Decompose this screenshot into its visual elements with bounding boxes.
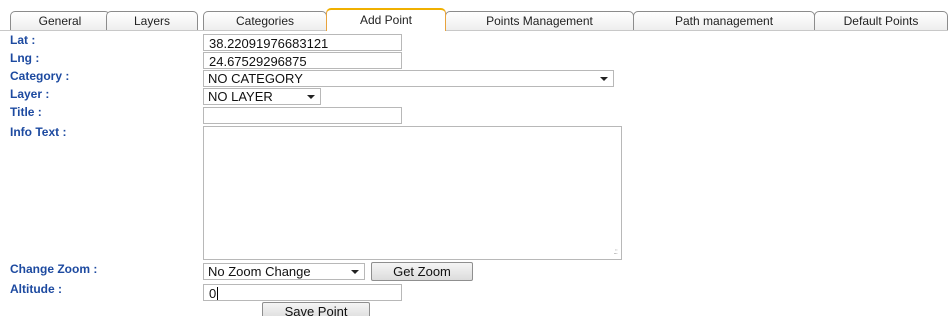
tab-path-management[interactable]: Path management bbox=[633, 11, 815, 30]
tab-default-points[interactable]: Default Points bbox=[814, 11, 948, 30]
altitude-input[interactable]: 0 bbox=[203, 284, 402, 301]
change-zoom-label: Change Zoom : bbox=[10, 262, 98, 276]
title-label: Title : bbox=[10, 105, 42, 119]
tab-general[interactable]: General bbox=[10, 11, 110, 30]
altitude-label: Altitude : bbox=[10, 282, 62, 296]
zoom-select[interactable]: No Zoom Change bbox=[203, 263, 365, 280]
tab-categories[interactable]: Categories bbox=[203, 11, 327, 30]
lng-input[interactable]: 24.67529296875 bbox=[203, 52, 402, 69]
tab-add-point[interactable]: Add Point bbox=[326, 8, 446, 31]
chevron-down-icon bbox=[600, 77, 608, 81]
tab-layers[interactable]: Layers bbox=[106, 11, 198, 30]
title-input[interactable] bbox=[203, 107, 402, 124]
info-text-label: Info Text : bbox=[10, 125, 67, 139]
layer-select[interactable]: NO LAYER bbox=[203, 88, 321, 105]
category-select[interactable]: NO CATEGORY bbox=[203, 70, 614, 87]
save-point-button[interactable]: Save Point bbox=[262, 302, 370, 316]
lat-label: Lat : bbox=[10, 33, 36, 47]
altitude-value: 0 bbox=[209, 286, 217, 301]
category-label: Category : bbox=[10, 69, 70, 83]
chevron-down-icon bbox=[307, 95, 315, 99]
tab-points-management[interactable]: Points Management bbox=[445, 11, 634, 30]
info-text-textarea[interactable]: .:: bbox=[203, 126, 622, 260]
resize-grip-icon[interactable]: .:: bbox=[613, 247, 618, 256]
add-point-panel: General Layers Categories Add Point Poin… bbox=[0, 0, 948, 316]
chevron-down-icon bbox=[351, 270, 359, 274]
layer-select-value: NO LAYER bbox=[208, 89, 273, 104]
layer-label: Layer : bbox=[10, 87, 50, 101]
tab-bar: General Layers Categories Add Point Poin… bbox=[0, 0, 948, 31]
get-zoom-button[interactable]: Get Zoom bbox=[371, 262, 473, 281]
category-select-value: NO CATEGORY bbox=[208, 71, 303, 86]
lat-input[interactable]: 38.22091976683121 bbox=[203, 34, 402, 51]
zoom-select-value: No Zoom Change bbox=[208, 264, 311, 279]
text-cursor bbox=[217, 287, 219, 300]
lng-label: Lng : bbox=[10, 51, 40, 65]
